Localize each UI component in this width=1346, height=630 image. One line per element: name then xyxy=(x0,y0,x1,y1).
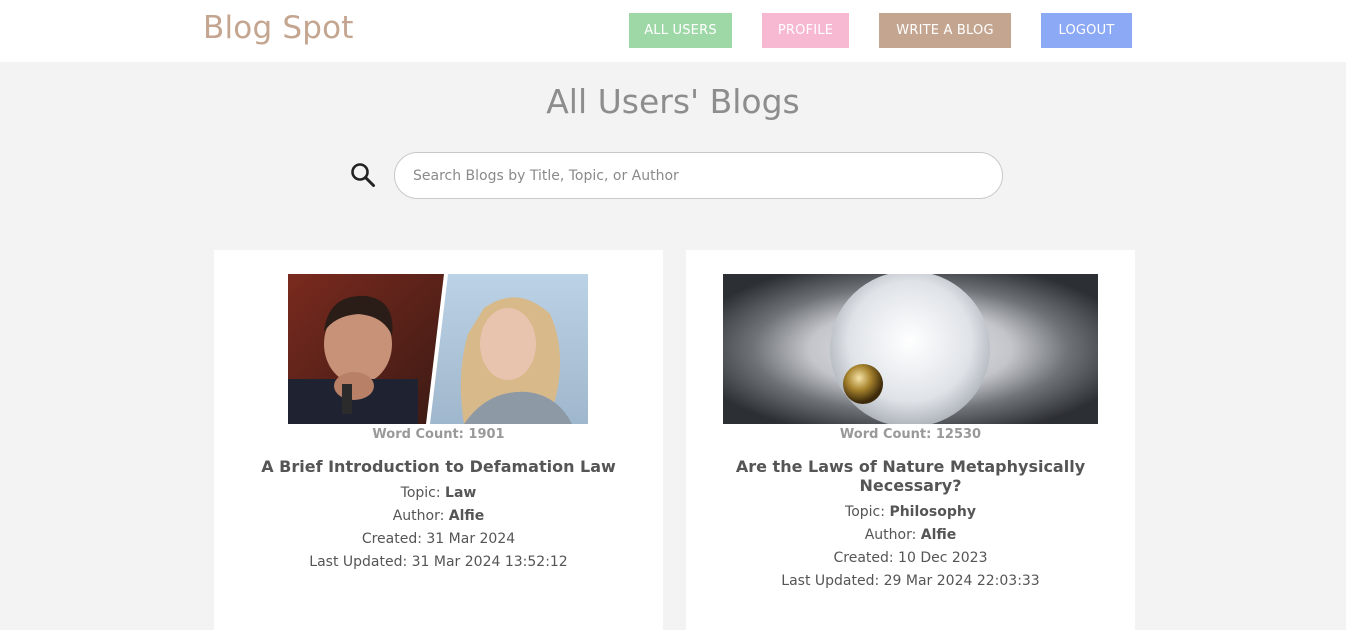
topic-value: Philosophy xyxy=(889,504,976,520)
topic-value: Law xyxy=(445,485,477,501)
top-navbar: Blog Spot ALL USERS PROFILE WRITE A BLOG… xyxy=(0,0,1346,62)
search-input[interactable] xyxy=(394,152,1003,199)
page-title: All Users' Blogs xyxy=(546,82,800,121)
blog-created: Created: 10 Dec 2023 xyxy=(833,550,988,566)
blog-cover-image[interactable] xyxy=(288,274,588,424)
blog-card-body: Word Count: 12530 Are the Laws of Nature… xyxy=(686,426,1135,593)
word-count: Word Count: 12530 xyxy=(839,427,982,442)
blog-updated: Last Updated: 31 Mar 2024 13:52:12 xyxy=(309,554,568,570)
blog-updated: Last Updated: 29 Mar 2024 22:03:33 xyxy=(781,573,1040,589)
author-value: Alfie xyxy=(448,508,485,524)
all-users-button[interactable]: ALL USERS xyxy=(629,13,732,48)
logout-button[interactable]: LOGOUT xyxy=(1041,13,1132,48)
search-icon[interactable] xyxy=(350,162,376,188)
blog-created: Created: 31 Mar 2024 xyxy=(361,531,516,547)
blog-cover-image[interactable] xyxy=(723,274,1098,424)
blog-author: Author: Alfie xyxy=(392,508,485,524)
blog-topic: Topic: Law xyxy=(400,485,477,501)
blog-topic: Topic: Philosophy xyxy=(845,504,976,520)
blog-card-body: Word Count: 1901 A Brief Introduction to… xyxy=(214,426,663,574)
author-value: Alfie xyxy=(920,527,957,543)
blog-title[interactable]: A Brief Introduction to Defamation Law xyxy=(249,457,629,476)
blog-card[interactable]: Word Count: 1901 A Brief Introduction to… xyxy=(214,250,663,630)
brand-logo[interactable]: Blog Spot xyxy=(203,10,354,46)
write-blog-button[interactable]: WRITE A BLOG xyxy=(879,13,1011,48)
blog-author: Author: Alfie xyxy=(864,527,957,543)
blog-title[interactable]: Are the Laws of Nature Metaphysically Ne… xyxy=(721,457,1101,495)
blog-card[interactable]: Word Count: 12530 Are the Laws of Nature… xyxy=(686,250,1135,630)
profile-button[interactable]: PROFILE xyxy=(762,13,849,48)
word-count: Word Count: 1901 xyxy=(372,427,505,442)
